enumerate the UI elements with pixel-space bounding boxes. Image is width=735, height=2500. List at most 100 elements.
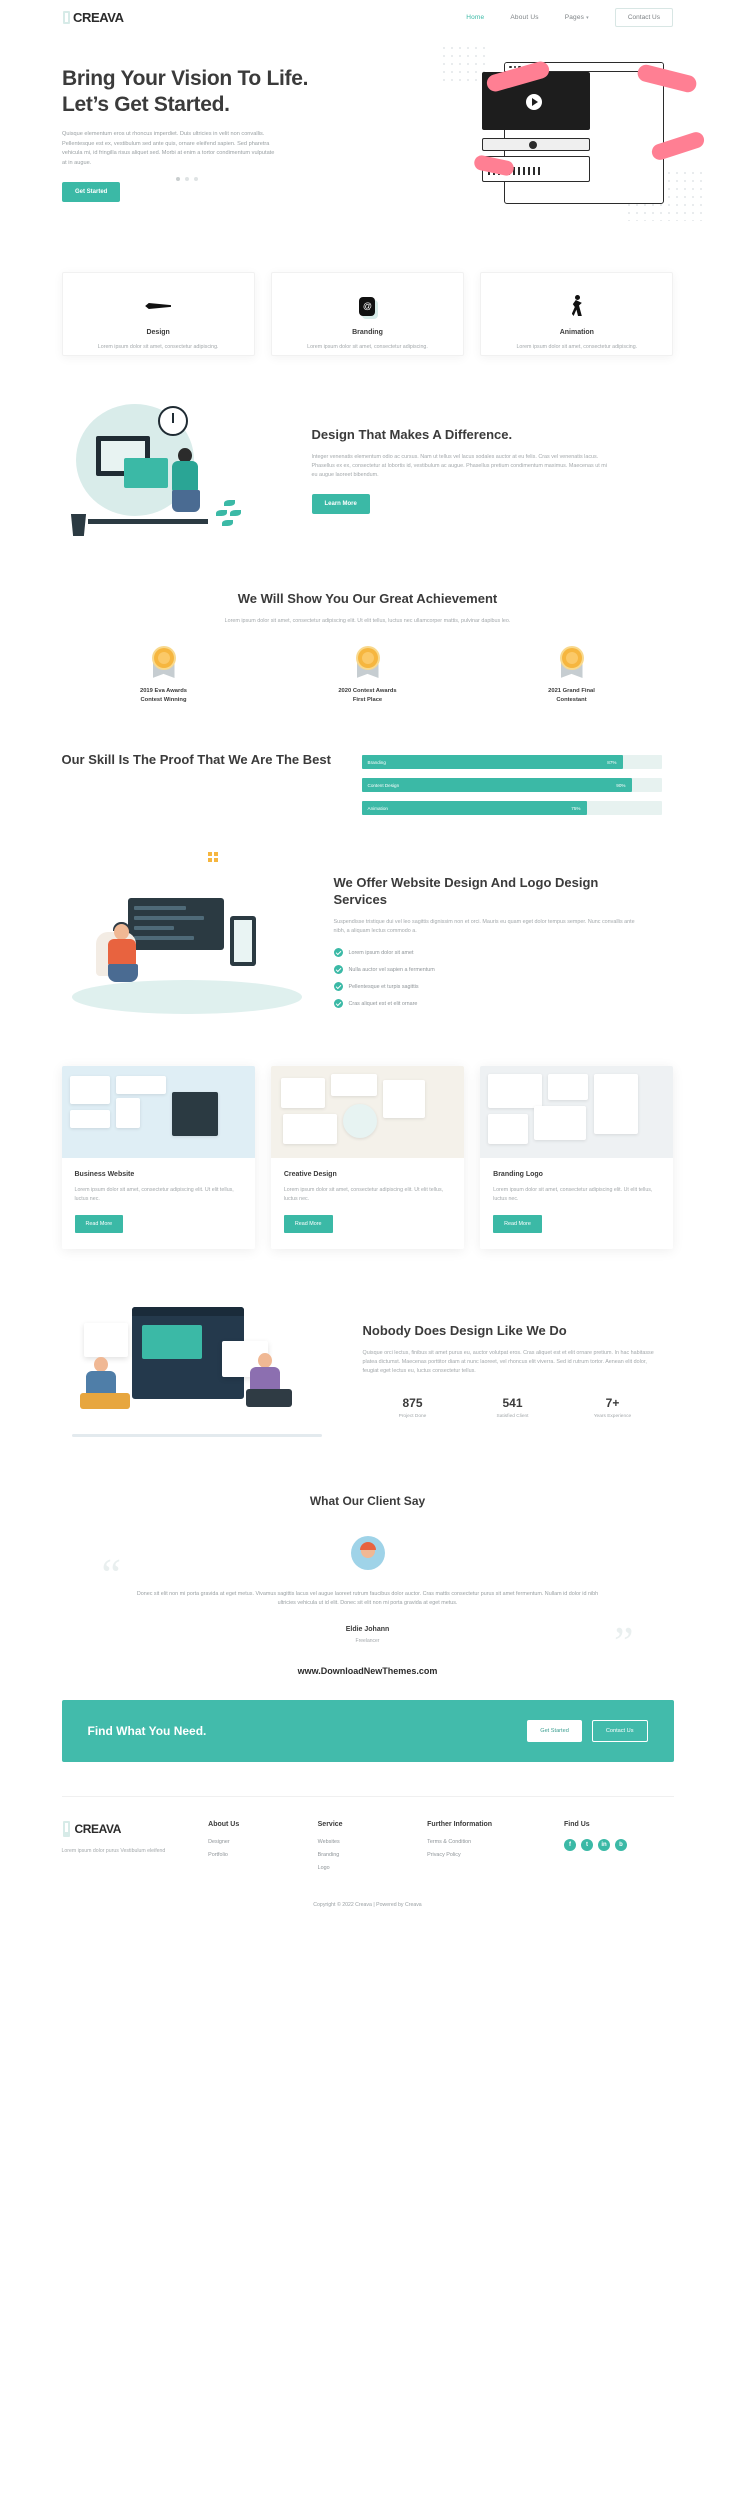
phone-icon [229,916,256,966]
clock-icon [157,406,188,436]
portfolio-title: Creative Design [283,1171,337,1178]
footer-link[interactable]: Logo [318,1865,428,1871]
learn-more-button[interactable]: Learn More [311,494,370,514]
footer-heading: Further Information [427,1821,493,1829]
slider-dot-3[interactable] [194,177,198,181]
footer-link[interactable]: Portfolio [208,1852,318,1858]
stats-row: 875 Project Done 541 Satisfied Client 7+… [363,1396,663,1419]
site-url[interactable]: www.DownloadNewThemes.com [62,1666,674,1676]
offer-paragraph: Suspendisse tristique dui vel leo sagitt… [333,919,635,934]
list-item-label: Lorem ipsum dolor sit amet [348,949,414,956]
service-card[interactable]: Animation Lorem ipsum dolor sit amet, co… [480,272,674,356]
check-circle-icon [333,965,343,974]
floating-card [83,1323,128,1358]
medal-icon [355,648,381,678]
brand-name: CREAVA [73,9,124,25]
linkedin-icon[interactable]: in [598,1839,611,1852]
check-circle-icon [333,999,343,1008]
footer-tagline: Lorem ipsum dolor purus Vestibulum eleif… [61,1848,166,1855]
nobody-paragraph: Quisque orci lectus, finibus sit amet pu… [362,1349,654,1374]
footer-heading: Find Us [564,1821,590,1829]
achievement-paragraph: Lorem ipsum dolor sit amet, consectetur … [224,618,511,624]
nav-item-pages-label: Pages [564,13,585,21]
service-card-desc: Lorem ipsum dolor sit amet, consectetur … [307,344,428,350]
behance-icon[interactable]: b [615,1839,628,1852]
offer-checklist: Lorem ipsum dolor sit amet Nulla auctor … [333,948,644,1008]
award-item: 2019 Eva Awards Contest Winning [62,648,266,705]
hero-slider-dots[interactable] [176,177,198,181]
read-more-button[interactable]: Read More [493,1215,542,1234]
footer-link[interactable]: Websites [318,1839,428,1845]
skill-bar-fill: Branding 87% [361,755,623,769]
footer-logo[interactable]: CREAVA [62,1821,209,1838]
get-started-button[interactable]: Get Started [62,182,121,202]
check-circle-icon [333,982,343,991]
list-item: Pellentesque et turpis sagittis [333,982,644,991]
service-card-desc: Lorem ipsum dolor sit amet, consectetur … [97,344,219,350]
nobody-copy: Nobody Does Design Like We Do Quisque or… [363,1322,663,1419]
skill-bar: Animation 75% [361,801,662,815]
portfolio-card[interactable]: Branding Logo Lorem ipsum dolor sit amet… [480,1066,674,1250]
social-links: f t in b [564,1839,674,1852]
person-illustration [79,1357,136,1410]
design-paragraph: Integer venenatis elementum odio ac curs… [311,454,607,478]
portfolio-thumbnail [480,1066,674,1158]
chevron-down-icon: ▾ [586,14,589,21]
read-more-button[interactable]: Read More [74,1215,124,1234]
avatar [350,1536,385,1571]
slider-dot-1[interactable] [176,177,180,181]
design-copy: Design That Makes A Difference. Integer … [311,426,612,514]
stat-item: 875 Project Done [363,1396,463,1419]
play-icon[interactable] [526,94,542,110]
skill-label: Animation [367,805,388,811]
portfolio-desc: Lorem ipsum dolor sit amet, consectetur … [283,1187,444,1202]
portfolio-card[interactable]: Business Website Lorem ipsum dolor sit a… [61,1066,255,1250]
skill-bar-fill: Animation 75% [361,801,587,815]
nav-item-home[interactable]: Home [466,14,484,21]
twitter-icon[interactable]: t [581,1839,594,1852]
person-illustration [170,448,204,514]
portfolio-card[interactable]: Creative Design Lorem ipsum dolor sit am… [270,1066,465,1250]
logo-mark-icon [62,1821,73,1838]
footer-link[interactable]: Terms & Condition [427,1839,564,1845]
skill-label: Branding [367,759,386,765]
brand-logo[interactable]: CREAVA [62,10,124,25]
cta-banner: Find What You Need. Get Started Contact … [61,1700,674,1763]
stat-caption: Project Done [398,1413,427,1419]
hero-title: Bring Your Vision To Life. Let’s Get Sta… [62,67,309,116]
testimonial-text: Donec sit elit non mi porta gravida at e… [136,1591,599,1607]
top-navbar: CREAVA Home About Us Pages ▾ Contact Us [0,0,735,34]
person-illustration [244,1353,302,1411]
footer-column-find-us: Find Us f t in b [564,1821,674,1878]
read-more-button[interactable]: Read More [283,1215,333,1234]
footer-link[interactable]: Privacy Policy [427,1852,564,1858]
services-cards: Design Lorem ipsum dolor sit amet, conse… [61,272,674,356]
list-item: Cras aliquet est et elit ornare [333,999,644,1008]
award-line-1: 2020 Contest Awards [338,688,397,694]
hero-paragraph: Quisque elementum eros ut rhoncus imperd… [62,131,275,166]
award-line-2: First Place [352,697,383,703]
nav-item-about-us[interactable]: About Us [510,14,538,21]
facebook-icon[interactable]: f [564,1839,577,1852]
cta-get-started-button[interactable]: Get Started [527,1720,582,1743]
award-item: 2020 Contest Awards First Place [266,648,470,705]
footer-brand: CREAVA Lorem ipsum dolor purus Vestibulu… [62,1821,209,1878]
service-card[interactable]: Branding Lorem ipsum dolor sit amet, con… [270,272,465,356]
award-item: 2021 Grand Final Contestant [470,648,674,705]
skill-percent: 75% [571,805,581,811]
slider-dot-2[interactable] [185,177,189,181]
service-card-title: Design [146,329,170,336]
nav-item-pages[interactable]: Pages ▾ [565,14,589,21]
skill-bars: Branding 87% Content Design 90% Animatio… [361,755,662,824]
list-item: Nulla auctor vel sapien a fermentum [333,965,644,974]
service-card-title: Animation [559,329,594,336]
plant-icon [214,500,241,534]
service-card[interactable]: Design Lorem ipsum dolor sit amet, conse… [61,272,255,356]
footer-link[interactable]: Designer [208,1839,318,1845]
contact-us-button[interactable]: Contact Us [614,7,673,27]
branding-icon [286,293,449,319]
cta-contact-us-button[interactable]: Contact Us [591,1720,648,1743]
cta-title: Find What You Need. [87,1724,207,1739]
portfolio-desc: Lorem ipsum dolor sit amet, consectetur … [493,1187,653,1202]
footer-link[interactable]: Branding [318,1852,428,1858]
